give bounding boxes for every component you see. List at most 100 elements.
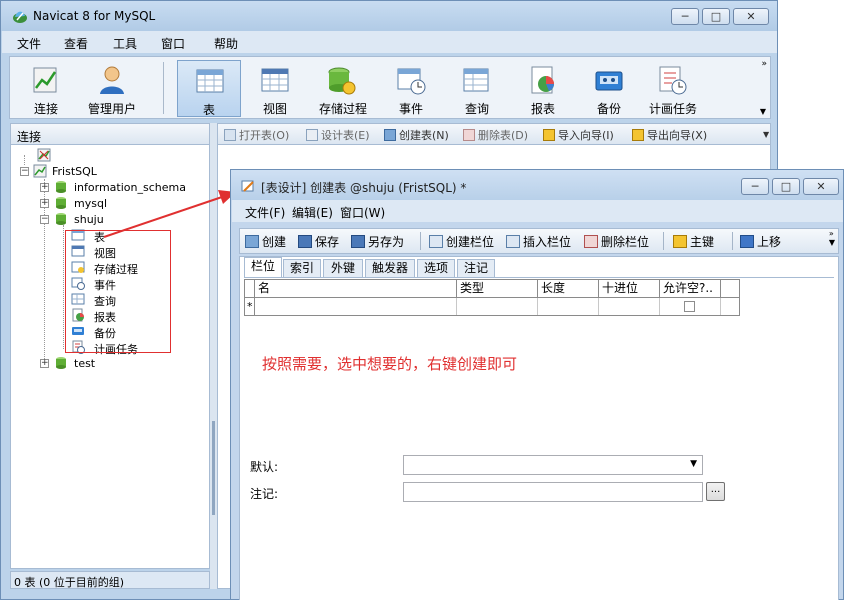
tree-db-test[interactable]: + test — [39, 356, 209, 372]
menu-window[interactable]: 窗口 — [161, 35, 185, 52]
cell-length[interactable] — [538, 298, 599, 315]
minimize-button[interactable]: ─ — [671, 8, 699, 25]
tab-fields[interactable]: 栏位 — [244, 257, 282, 278]
close-icon: ✕ — [816, 180, 826, 193]
default-value-select[interactable]: ▼ — [403, 455, 703, 475]
cell-name[interactable] — [255, 298, 457, 315]
tree-db-mysql[interactable]: + mysql — [39, 196, 209, 212]
toolbar-event-button[interactable]: 事件 — [379, 60, 443, 117]
menu-file[interactable]: 文件 — [17, 35, 41, 52]
database-icon — [56, 357, 66, 369]
column-header-length[interactable]: 长度 — [538, 280, 599, 298]
toolbar-schedule-button[interactable]: 计画任务 — [640, 60, 706, 117]
collapse-icon[interactable]: − — [40, 215, 49, 224]
delete-table-button[interactable]: 删除表(D) — [463, 127, 528, 143]
column-header-type[interactable]: 类型 — [457, 280, 538, 298]
tree-connection-fristsql[interactable]: − FristSQL — [19, 164, 209, 180]
column-header-name[interactable]: 名 — [255, 280, 457, 298]
connection-tree: − FristSQL + information_schema + mysql … — [10, 145, 210, 569]
tree-db-shuju[interactable]: − shuju — [39, 212, 209, 228]
open-table-icon — [224, 129, 236, 141]
collapse-icon[interactable]: − — [20, 167, 29, 176]
import-wizard-button[interactable]: 导入向导(I) — [543, 127, 614, 143]
menu-help[interactable]: 帮助 — [214, 35, 238, 52]
object-toolbar: 打开表(O) 设计表(E) 创建表(N) 删除表(D) 导入向导(I) 导出向导… — [217, 123, 771, 145]
child-menu-edit[interactable]: 编辑(E) — [292, 204, 333, 221]
export-wizard-button[interactable]: 导出向导(X) — [632, 127, 707, 143]
toolbar-separator — [163, 62, 164, 114]
comment-ellipsis-button[interactable]: ... — [706, 482, 725, 501]
expand-icon[interactable]: + — [40, 183, 49, 192]
tree-db-information-schema[interactable]: + information_schema — [39, 180, 209, 196]
child-toolbar-overflow-icon[interactable]: » ▼ — [829, 229, 835, 247]
child-maximize-button[interactable]: □ — [772, 178, 800, 195]
toolbar-overflow-icon[interactable]: » — [761, 59, 767, 69]
expand-icon[interactable]: + — [40, 359, 49, 368]
allow-null-checkbox[interactable] — [684, 301, 695, 312]
toolbar-connect-button[interactable]: 连接 — [14, 60, 78, 117]
child-close-button[interactable]: ✕ — [803, 178, 839, 195]
toolbar-report-button[interactable]: 报表 — [511, 60, 575, 117]
column-header-decimals[interactable]: 十进位 — [599, 280, 660, 298]
insert-field-button[interactable]: 插入栏位 — [506, 233, 571, 250]
tab-indexes[interactable]: 索引 — [283, 259, 321, 277]
table-design-window: [表设计] 创建表 @shuju (FristSQL) * ─ □ ✕ 文件(F… — [230, 169, 844, 600]
primary-key-button[interactable]: 主键 — [673, 233, 714, 250]
tree-node-label: information_schema — [74, 181, 186, 194]
delete-field-icon — [584, 235, 598, 248]
child-minimize-button[interactable]: ─ — [741, 178, 769, 195]
main-toolbar: 连接 管理用户 表 视图 存储过程 事件 查询 报表 备份 计画任务 » ▼ — [9, 56, 771, 119]
backup-icon — [595, 71, 623, 91]
toolbar-dropdown-icon[interactable]: ▼ — [760, 107, 766, 116]
create-field-button[interactable]: 创建栏位 — [429, 233, 494, 250]
row-header — [245, 298, 255, 315]
tree-root-node[interactable] — [21, 147, 61, 163]
maximize-icon: □ — [780, 180, 792, 193]
report-icon — [531, 66, 554, 94]
toolbar-query-button[interactable]: 查询 — [445, 60, 509, 117]
arrow-up-icon — [740, 235, 754, 248]
save-icon — [298, 235, 312, 248]
child-menu-bar: 文件(F) 编辑(E) 窗口(W) — [232, 200, 843, 222]
close-button[interactable]: ✕ — [733, 8, 769, 25]
insert-field-icon — [506, 235, 520, 248]
tab-foreign-keys[interactable]: 外键 — [323, 259, 363, 277]
toolbar-table-button[interactable]: 表 — [177, 60, 241, 117]
create-button[interactable]: 创建 — [245, 233, 286, 250]
open-table-button[interactable]: 打开表(O) — [224, 127, 289, 143]
menu-bar: 文件 查看 工具 窗口 帮助 — [2, 31, 777, 53]
save-button[interactable]: 保存 — [298, 233, 339, 250]
toolbar-separator — [420, 232, 421, 250]
connection-icon — [37, 148, 51, 162]
toolbar-users-button[interactable]: 管理用户 — [80, 60, 144, 117]
column-header-nullable[interactable]: 允许空?.. — [660, 280, 721, 298]
tab-comments[interactable]: 注记 — [457, 259, 495, 277]
panel-splitter[interactable] — [210, 123, 217, 589]
tab-triggers[interactable]: 触发器 — [365, 259, 415, 277]
table-row[interactable]: * — [245, 298, 739, 315]
tab-options[interactable]: 选项 — [417, 259, 455, 277]
maximize-button[interactable]: □ — [702, 8, 730, 25]
toolbar-procedure-button[interactable]: 存储过程 — [309, 60, 377, 117]
expand-icon[interactable]: + — [40, 199, 49, 208]
object-toolbar-dropdown-icon[interactable]: ▼ — [763, 130, 769, 139]
child-menu-window[interactable]: 窗口(W) — [340, 204, 385, 221]
cell-decimals[interactable] — [599, 298, 660, 315]
delete-field-button[interactable]: 删除栏位 — [584, 233, 649, 250]
comment-field[interactable] — [403, 482, 703, 502]
menu-tools[interactable]: 工具 — [113, 35, 137, 52]
move-up-button[interactable]: 上移 — [740, 233, 781, 250]
design-table-button[interactable]: 设计表(E) — [306, 127, 370, 143]
child-window-title: [表设计] 创建表 @shuju (FristSQL) * — [261, 181, 467, 195]
design-table-icon — [306, 129, 318, 141]
view-icon — [261, 68, 289, 92]
create-table-button[interactable]: 创建表(N) — [384, 127, 449, 143]
menu-view[interactable]: 查看 — [64, 35, 88, 52]
child-menu-file[interactable]: 文件(F) — [245, 204, 285, 221]
cell-type[interactable] — [457, 298, 538, 315]
save-as-button[interactable]: 另存为 — [351, 233, 404, 250]
toolbar-backup-button[interactable]: 备份 — [577, 60, 641, 117]
splitter-grip[interactable] — [212, 421, 215, 515]
maximize-icon: □ — [710, 10, 722, 23]
toolbar-view-button[interactable]: 视图 — [243, 60, 307, 117]
